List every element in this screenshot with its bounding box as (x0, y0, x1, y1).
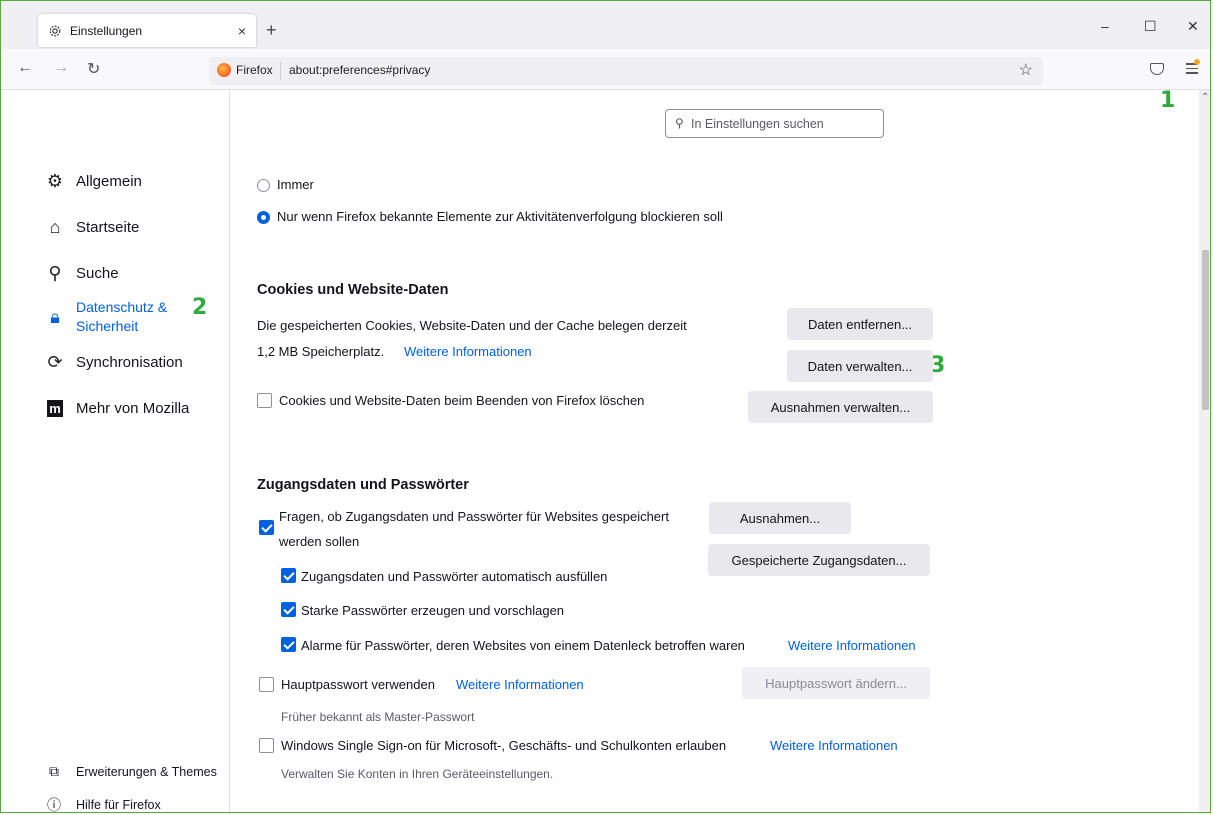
url-separator (280, 62, 281, 80)
sidebar-item-addons[interactable]: ⧉ Erweiterungen & Themes (46, 763, 217, 780)
annotation-1: 1 (1160, 88, 1176, 113)
scroll-up-icon[interactable]: ⌃ (1201, 92, 1209, 103)
breach-alerts-label: Alarme für Passwörter, deren Websites vo… (301, 638, 745, 653)
gear-icon: ⚙ (46, 170, 64, 191)
manage-data-button[interactable]: Daten verwalten... (787, 350, 933, 382)
primary-password-more-info-link[interactable]: Weitere Informationen (456, 677, 584, 692)
mozilla-icon: m (47, 399, 63, 417)
clear-data-button[interactable]: Daten entfernen... (787, 308, 933, 340)
autofill-label: Zugangsdaten und Passwörter automatisch … (301, 569, 608, 584)
url-bar[interactable]: Firefox about:preferences#privacy ☆ (209, 57, 1043, 85)
hamburger-menu-icon[interactable] (1186, 59, 1200, 77)
primary-password-checkbox[interactable] (259, 677, 274, 692)
sidebar-footer-label: Hilfe für Firefox (76, 798, 161, 812)
sidebar-item-privacy[interactable]: 🔒︎ Datenschutz & Sicherheit (44, 298, 167, 336)
help-icon: ⓘ (47, 797, 61, 813)
sidebar-item-label: Suche (76, 264, 119, 282)
reload-button[interactable]: ↻ (87, 59, 100, 79)
search-icon: ⚲ (675, 116, 684, 130)
manage-exceptions-button[interactable]: Ausnahmen verwalten... (748, 391, 933, 423)
new-tab-button[interactable]: + (266, 20, 277, 41)
sidebar-item-label: Allgemein (76, 172, 142, 190)
tab-close-button[interactable]: × (238, 23, 246, 39)
cookies-usage: 1,2 MB Speicherplatz. (257, 344, 385, 359)
sidebar-item-label: Datenschutz & (76, 299, 168, 315)
breach-more-info-link[interactable]: Weitere Informationen (788, 638, 916, 653)
minimize-button[interactable]: – (1101, 18, 1109, 34)
breach-alerts-checkbox[interactable] (281, 637, 296, 652)
tab-title: Einstellungen (70, 23, 143, 38)
sidebar-item-general[interactable]: ⚙ Allgemein (44, 170, 142, 192)
sso-note: Verwalten Sie Konten in Ihren Geräteeins… (281, 767, 554, 781)
scrollbar[interactable]: ⌃ (1199, 90, 1212, 814)
primary-password-label: Hauptpasswort verwenden (281, 677, 435, 692)
autofill-checkbox[interactable] (281, 568, 296, 583)
identity-label: Firefox (236, 63, 273, 77)
tab-settings[interactable]: Einstellungen × (38, 14, 256, 47)
search-placeholder: In Einstellungen suchen (691, 117, 824, 131)
forward-button[interactable]: → (53, 59, 69, 77)
delete-on-close-label: Cookies und Website-Daten beim Beenden v… (279, 393, 645, 408)
home-icon: ⌂ (49, 216, 61, 237)
search-icon: ⚲ (48, 262, 62, 283)
change-primary-password-button[interactable]: Hauptpasswort ändern... (742, 667, 930, 699)
sidebar-item-sync[interactable]: ⟳ Synchronisation (44, 351, 183, 373)
firefox-logo-icon (217, 63, 231, 77)
search-input[interactable]: ⚲ In Einstellungen suchen (665, 109, 884, 138)
sidebar-item-label-2: Sicherheit (76, 318, 139, 334)
ask-save-logins-label: Fragen, ob Zugangsdaten und Passwörter f… (279, 509, 669, 524)
sso-label: Windows Single Sign-on für Microsoft-, G… (281, 738, 727, 753)
sso-more-info-link[interactable]: Weitere Informationen (770, 738, 898, 753)
sidebar-item-search[interactable]: ⚲ Suche (44, 262, 119, 284)
sidebar-footer-label: Erweiterungen & Themes (76, 764, 217, 779)
delete-on-close-checkbox[interactable] (257, 393, 272, 408)
puzzle-icon: ⧉ (49, 763, 59, 779)
sidebar-item-label: Mehr von Mozilla (76, 399, 190, 417)
sidebar-item-home[interactable]: ⌂ Startseite (44, 216, 140, 238)
cookies-description: Die gespeicherten Cookies, Website-Daten… (257, 318, 687, 333)
logins-exceptions-button[interactable]: Ausnahmen... (709, 502, 851, 534)
sidebar-item-label: Synchronisation (76, 353, 183, 371)
sidebar-item-label: Startseite (76, 218, 140, 236)
radio-always[interactable] (257, 179, 270, 192)
maximize-button[interactable]: ☐ (1144, 18, 1157, 35)
logins-heading: Zugangsdaten und Passwörter (257, 477, 469, 493)
close-window-button[interactable]: ✕ (1187, 18, 1199, 35)
radio-only-when[interactable] (257, 211, 270, 224)
back-button[interactable]: ← (17, 59, 33, 77)
cookies-more-info-link[interactable]: Weitere Informationen (404, 344, 532, 359)
saved-logins-button[interactable]: Gespeicherte Zugangsdaten... (708, 544, 930, 576)
sidebar (1, 90, 230, 814)
sso-checkbox[interactable] (259, 738, 274, 753)
scrollbar-thumb[interactable] (1202, 250, 1209, 410)
sync-icon: ⟳ (47, 351, 63, 372)
radio-always-label: Immer (277, 177, 314, 192)
strong-passwords-label: Starke Passwörter erzeugen und vorschlag… (301, 603, 565, 618)
cookies-heading: Cookies und Website-Daten (257, 282, 449, 298)
lock-icon: 🔒︎ (50, 306, 60, 327)
ask-save-logins-checkbox[interactable] (259, 520, 274, 535)
gear-icon (49, 25, 61, 36)
sidebar-item-more-mozilla[interactable]: m Mehr von Mozilla (44, 397, 189, 419)
bookmark-star-icon[interactable]: ☆ (1019, 60, 1033, 80)
primary-password-note: Früher bekannt als Master-Passwort (281, 710, 475, 724)
url-text[interactable]: about:preferences#privacy (289, 63, 430, 77)
ask-save-logins-label-2: werden sollen (279, 534, 360, 549)
radio-only-when-label: Nur wenn Firefox bekannte Elemente zur A… (277, 209, 723, 224)
sidebar-item-help[interactable]: ⓘ Hilfe für Firefox (46, 795, 161, 815)
strong-passwords-checkbox[interactable] (281, 602, 296, 617)
